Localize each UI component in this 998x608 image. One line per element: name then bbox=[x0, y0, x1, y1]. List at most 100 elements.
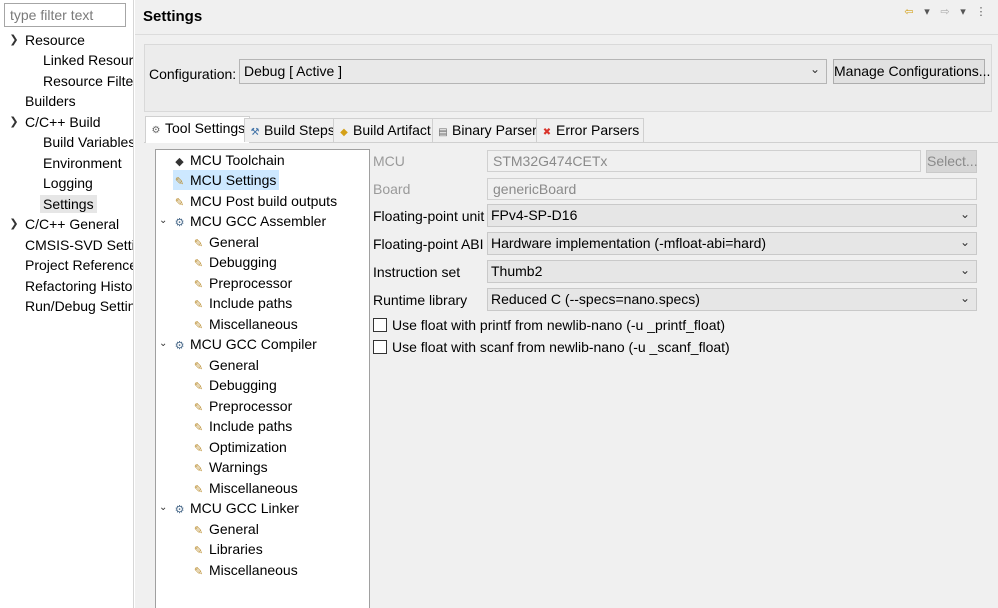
tree-item-assembler-include-paths[interactable]: ✎ Include paths bbox=[192, 293, 292, 313]
nav-item-cpp-general[interactable]: C/C++ General bbox=[25, 214, 119, 234]
dropdown-icon[interactable]: ▾ bbox=[920, 5, 934, 19]
chevron-right-icon[interactable]: ❯ bbox=[8, 214, 20, 234]
chevron-down-icon[interactable]: ⌄ bbox=[159, 498, 169, 518]
nav-item-environment[interactable]: Environment bbox=[43, 153, 122, 173]
option-category-icon: ✎ bbox=[174, 176, 185, 188]
chevron-down-icon: ⌄ bbox=[959, 291, 970, 305]
chevron-down-icon[interactable]: ❯ bbox=[8, 112, 20, 132]
filter-input[interactable]: type filter text bbox=[4, 3, 126, 27]
option-category-icon: ✎ bbox=[193, 320, 204, 332]
chevron-down-icon[interactable]: ❯ bbox=[8, 30, 20, 50]
configuration-value: Debug [ Active ] bbox=[244, 63, 343, 79]
dropdown-icon[interactable]: ▾ bbox=[956, 5, 970, 19]
chevron-down-icon: ⌄ bbox=[959, 263, 970, 277]
tree-item-compiler-miscellaneous[interactable]: ✎ Miscellaneous bbox=[192, 478, 298, 498]
option-category-icon: ✎ bbox=[193, 443, 204, 455]
nav-item-build-variables[interactable]: Build Variables bbox=[43, 132, 133, 152]
mcu-field: STM32G474CETx bbox=[487, 150, 921, 172]
tool-icon: ⚙ bbox=[174, 504, 185, 516]
nav-item-cmsis-svd-settings[interactable]: CMSIS-SVD Settings bbox=[25, 235, 133, 255]
preferences-nav: type filter text ❯ Resource Linked Resou… bbox=[0, 0, 134, 608]
tree-item-linker-general[interactable]: ✎ General bbox=[192, 519, 259, 539]
view-menu-icon[interactable]: ⋮ bbox=[974, 5, 988, 19]
board-field: genericBoard bbox=[487, 178, 977, 200]
tree-item-compiler-debugging[interactable]: ✎ Debugging bbox=[192, 375, 277, 395]
tool-settings-icon: ⚙ bbox=[151, 125, 161, 136]
manage-configurations-button[interactable]: Manage Configurations... bbox=[833, 59, 990, 84]
build-artifact-icon: ◆ bbox=[340, 127, 348, 138]
tab-error-parsers[interactable]: ✖ Error Parsers bbox=[536, 118, 645, 142]
instruction-set-label: Instruction set bbox=[373, 264, 461, 280]
forward-arrow-icon[interactable]: ⇨ bbox=[938, 5, 952, 19]
option-category-icon: ✎ bbox=[174, 197, 185, 209]
instruction-set-value: Thumb2 bbox=[491, 263, 543, 279]
chevron-down-icon: ⌄ bbox=[809, 62, 820, 76]
nav-item-builders[interactable]: Builders bbox=[25, 91, 76, 111]
tree-item-linker-libraries[interactable]: ✎ Libraries bbox=[192, 539, 263, 559]
fpu-label: Floating-point unit bbox=[373, 208, 485, 224]
tree-item-mcu-gcc-linker[interactable]: ⚙ MCU GCC Linker bbox=[173, 498, 299, 518]
binary-parsers-icon: ▤ bbox=[438, 127, 448, 138]
tree-item-compiler-optimization[interactable]: ✎ Optimization bbox=[192, 437, 287, 457]
tree-item-mcu-gcc-assembler[interactable]: ⚙ MCU GCC Assembler bbox=[173, 211, 327, 231]
nav-item-run-debug-settings[interactable]: Run/Debug Settings bbox=[25, 296, 133, 316]
tree-item-mcu-gcc-compiler[interactable]: ⚙ MCU GCC Compiler bbox=[173, 334, 317, 354]
tree-item-linker-miscellaneous[interactable]: ✎ Miscellaneous bbox=[192, 560, 298, 580]
fpabi-value: Hardware implementation (-mfloat-abi=har… bbox=[491, 235, 767, 251]
nav-item-linked-resources[interactable]: Linked Resources bbox=[43, 50, 133, 70]
option-category-icon: ✎ bbox=[193, 238, 204, 250]
nav-item-cpp-build[interactable]: C/C++ Build bbox=[25, 112, 100, 132]
nav-item-settings[interactable]: Settings bbox=[40, 194, 97, 214]
configuration-combo[interactable]: Debug [ Active ] ⌄ bbox=[239, 59, 827, 84]
checkbox-box[interactable] bbox=[373, 318, 387, 332]
back-arrow-icon[interactable]: ⇦ bbox=[902, 5, 916, 19]
option-category-icon: ✎ bbox=[193, 463, 204, 475]
runtime-library-label: Runtime library bbox=[373, 292, 468, 308]
select-mcu-button: Select... bbox=[926, 150, 978, 173]
tab-build-artifact[interactable]: ◆ Build Artifact bbox=[333, 118, 436, 142]
tree-item-assembler-preprocessor[interactable]: ✎ Preprocessor bbox=[192, 273, 292, 293]
tree-item-mcu-post-build-outputs[interactable]: ✎ MCU Post build outputs bbox=[173, 191, 337, 211]
nav-item-resource[interactable]: Resource bbox=[25, 30, 85, 50]
runtime-library-combo[interactable]: Reduced C (--specs=nano.specs) ⌄ bbox=[487, 288, 977, 311]
tree-item-compiler-include-paths[interactable]: ✎ Include paths bbox=[192, 416, 292, 436]
tree-item-compiler-warnings[interactable]: ✎ Warnings bbox=[192, 457, 268, 477]
printf-float-checkbox[interactable]: Use float with printf from newlib-nano (… bbox=[373, 316, 725, 334]
tool-icon: ⚙ bbox=[174, 340, 185, 352]
nav-item-resource-filters[interactable]: Resource Filters bbox=[43, 71, 133, 91]
tab-build-steps[interactable]: ⚒ Build Steps bbox=[244, 118, 340, 142]
nav-item-refactoring-history[interactable]: Refactoring History bbox=[25, 276, 133, 296]
scanf-float-label: Use float with scanf from newlib-nano (-… bbox=[392, 339, 730, 355]
tab-binary-parsers[interactable]: ▤ Binary Parsers bbox=[432, 118, 549, 142]
tree-item-assembler-miscellaneous[interactable]: ✎ Miscellaneous bbox=[192, 314, 298, 334]
tree-item-assembler-debugging[interactable]: ✎ Debugging bbox=[192, 252, 277, 272]
chevron-down-icon[interactable]: ⌄ bbox=[159, 211, 169, 231]
checkbox-box[interactable] bbox=[373, 340, 387, 354]
chevron-down-icon[interactable]: ⌄ bbox=[159, 334, 169, 354]
tree-item-compiler-general[interactable]: ✎ General bbox=[192, 355, 259, 375]
instruction-set-combo[interactable]: Thumb2 ⌄ bbox=[487, 260, 977, 283]
tree-item-mcu-toolchain[interactable]: ◆ MCU Toolchain bbox=[173, 150, 284, 170]
printf-float-label: Use float with printf from newlib-nano (… bbox=[392, 317, 726, 333]
board-label: Board bbox=[373, 181, 411, 197]
error-parsers-icon: ✖ bbox=[542, 127, 552, 138]
tool-icon: ⚙ bbox=[174, 217, 185, 229]
tool-settings-tree: ◆ MCU Toolchain ✎ MCU Settings ✎ MCU Post b… bbox=[155, 149, 370, 608]
tree-item-mcu-settings[interactable]: ✎ MCU Settings bbox=[173, 170, 280, 190]
nav-item-project-references[interactable]: Project References bbox=[25, 255, 133, 275]
option-category-icon: ✎ bbox=[193, 525, 204, 537]
fpabi-combo[interactable]: Hardware implementation (-mfloat-abi=har… bbox=[487, 232, 977, 255]
chevron-down-icon: ⌄ bbox=[959, 235, 970, 249]
tree-item-assembler-general[interactable]: ✎ General bbox=[192, 232, 259, 252]
fpu-combo[interactable]: FPv4-SP-D16 ⌄ bbox=[487, 204, 977, 227]
mcu-label: MCU bbox=[373, 153, 405, 169]
tab-tool-settings[interactable]: ⚙ Tool Settings bbox=[145, 116, 251, 143]
scanf-float-checkbox[interactable]: Use float with scanf from newlib-nano (-… bbox=[373, 338, 730, 356]
tree-item-compiler-preprocessor[interactable]: ✎ Preprocessor bbox=[192, 396, 292, 416]
settings-page: Settings ⇦ ▾ ⇨ ▾ ⋮ Configuration: Debug … bbox=[135, 0, 998, 608]
option-category-icon: ✎ bbox=[193, 361, 204, 373]
option-category-icon: ✎ bbox=[193, 484, 204, 496]
page-title: Settings bbox=[143, 8, 203, 25]
option-category-icon: ✎ bbox=[193, 545, 204, 557]
nav-item-logging[interactable]: Logging bbox=[43, 173, 93, 193]
